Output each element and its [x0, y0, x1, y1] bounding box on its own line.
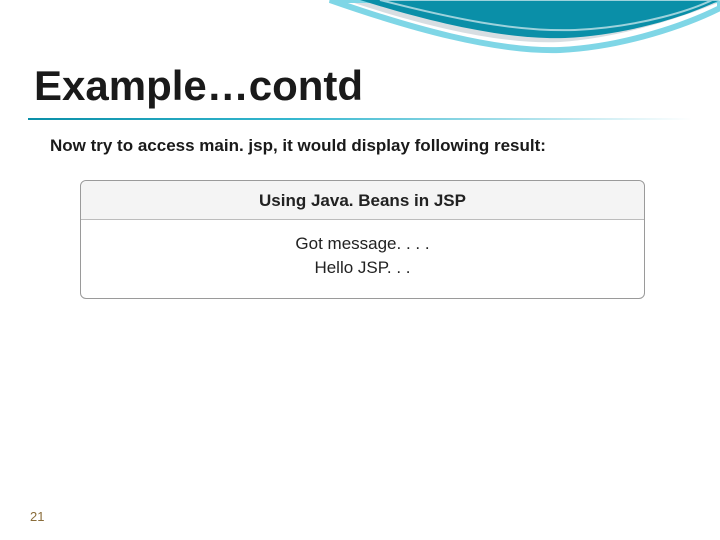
result-line-2: Hello JSP. . . [81, 256, 644, 280]
result-line-1: Got message. . . . [81, 232, 644, 256]
result-body: Got message. . . . Hello JSP. . . [81, 220, 644, 298]
result-header: Using Java. Beans in JSP [81, 181, 644, 220]
slide-title: Example…contd [34, 62, 363, 110]
slide-subtext: Now try to access main. jsp, it would di… [50, 136, 546, 156]
page-number: 21 [30, 509, 44, 524]
title-underline [28, 118, 692, 120]
result-box: Using Java. Beans in JSP Got message. . … [80, 180, 645, 299]
